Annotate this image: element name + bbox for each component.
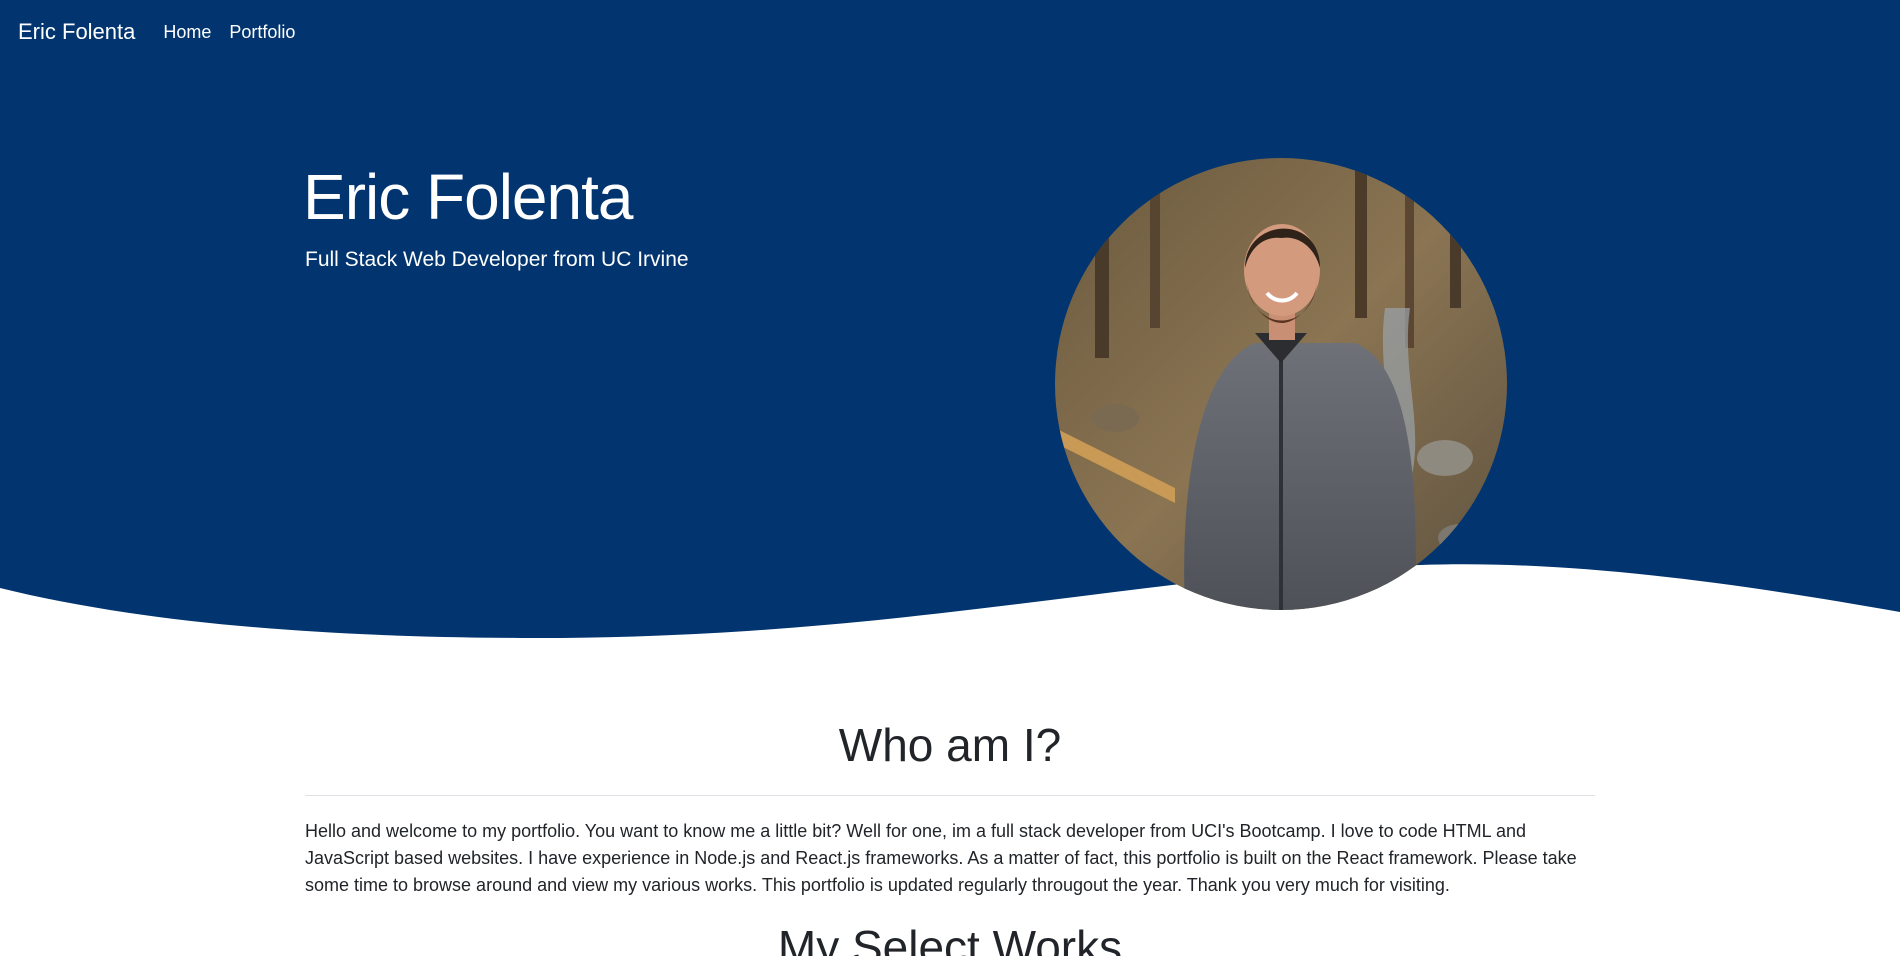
nav-link-portfolio[interactable]: Portfolio [229, 22, 295, 43]
hero-wave-background [0, 0, 1900, 639]
hero-section: Eric Folenta Home Portfolio Eric Folenta… [0, 0, 1900, 660]
works-heading: My Select Works [777, 921, 1123, 956]
top-navbar: Eric Folenta Home Portfolio [0, 0, 1900, 64]
about-heading: Who am I? [838, 719, 1062, 771]
about-section: Who am I? Hello and welcome to my portfo… [305, 715, 1595, 956]
hero-title: Eric Folenta [303, 161, 633, 233]
section-divider [305, 795, 1595, 796]
profile-photo [1055, 158, 1507, 610]
hero-subtitle: Full Stack Web Developer from UC Irvine [305, 248, 689, 271]
nav-link-home[interactable]: Home [163, 22, 211, 43]
navbar-brand[interactable]: Eric Folenta [18, 19, 135, 45]
profile-photo-image [1055, 158, 1507, 610]
about-paragraph: Hello and welcome to my portfolio. You w… [305, 821, 1577, 895]
